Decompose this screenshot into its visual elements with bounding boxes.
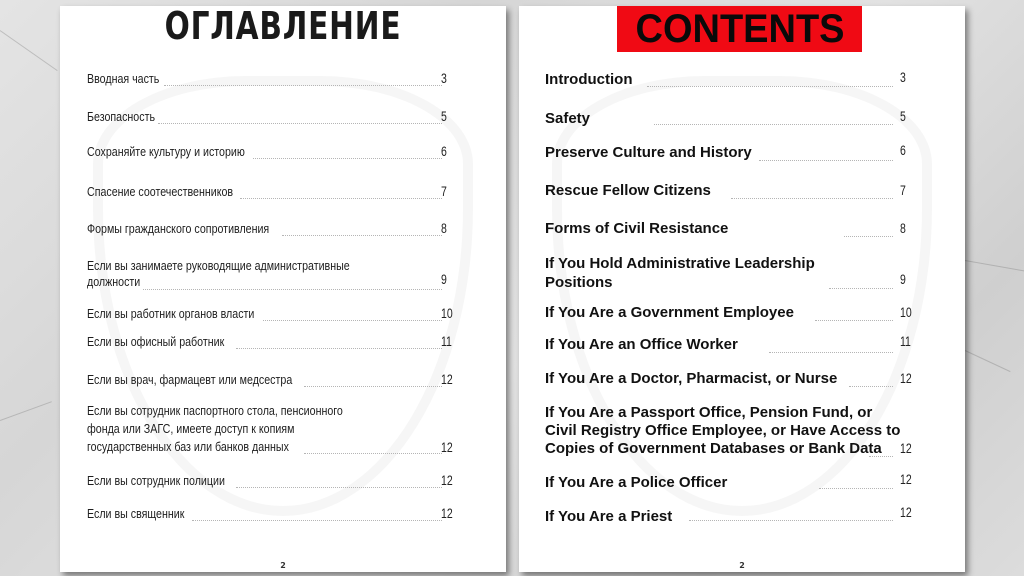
toc-entry-label: Introduction	[545, 71, 633, 88]
leader-dots	[236, 487, 442, 488]
leader-dots	[236, 348, 442, 349]
toc-entry-page: 12	[900, 471, 912, 487]
leader-dots	[731, 198, 893, 199]
leader-dots	[158, 123, 442, 124]
leader-dots	[815, 320, 893, 321]
toc-entry-page: 9	[441, 271, 447, 287]
toc-entry-page: 6	[441, 143, 447, 159]
leader-dots	[844, 236, 893, 237]
leader-dots	[304, 386, 442, 387]
toc-entry-page: 12	[441, 472, 453, 488]
toc-entry-label: Если вы офисный работник	[87, 334, 225, 349]
toc-page-english: CONTENTS Introduction 3 Safety 5 Preserv…	[519, 6, 965, 572]
toc-entry-label: Вводная часть	[87, 71, 160, 86]
leader-dots	[647, 86, 893, 87]
toc-entry-page: 7	[441, 183, 447, 199]
leader-dots	[759, 160, 893, 161]
toc-entry-label: Если вы врач, фармацевт или медсестра	[87, 372, 293, 387]
marble-vein	[964, 260, 1024, 272]
toc-entry-page: 8	[441, 220, 447, 236]
toc-entry-page: 12	[441, 505, 453, 521]
toc-page-russian: ОГЛАВЛЕНИЕ Вводная часть 3 Безопасность …	[60, 6, 506, 572]
leader-dots	[253, 158, 442, 159]
toc-entry-label: If You Are a Passport Office, Pension Fu…	[545, 404, 901, 457]
toc-entry-page: 3	[900, 69, 906, 85]
toc-entry-label: Сохраняйте культуру и историю	[87, 144, 245, 159]
leader-dots	[654, 124, 893, 125]
toc-entry-label: If You Are an Office Worker	[545, 336, 738, 353]
toc-entry-page: 12	[900, 370, 912, 386]
toc-entry-label: Если вы сотрудник паспортного стола, пен…	[87, 403, 343, 454]
toc-entry-label: Если вы занимаете руководящие администра…	[87, 258, 350, 289]
toc-entry-label: If You Hold Administrative Leadership Po…	[545, 255, 815, 291]
page-title: CONTENTS	[635, 6, 844, 51]
toc-entry-page: 12	[441, 439, 453, 455]
toc-entry-label: If You Are a Police Officer	[545, 474, 728, 491]
toc-entry-page: 6	[900, 142, 906, 158]
leader-dots	[143, 289, 442, 290]
marble-vein	[0, 401, 52, 421]
leader-dots	[282, 235, 442, 236]
toc-entry-page: 10	[900, 304, 912, 320]
leader-dots	[849, 386, 893, 387]
toc-entry-label: If You Are a Doctor, Pharmacist, or Nurs…	[545, 370, 838, 387]
toc-entry-label: Формы гражданского сопротивления	[87, 221, 270, 236]
page-title-highlight: CONTENTS	[617, 6, 862, 52]
toc-entry-label: Безопасность	[87, 109, 156, 124]
leader-dots	[869, 456, 893, 457]
toc-entry-page: 11	[441, 333, 452, 349]
toc-entry-page: 10	[441, 305, 453, 321]
toc-entry-label: Safety	[545, 110, 591, 127]
leader-dots	[164, 85, 442, 86]
toc-entry-label: Если вы работник органов власти	[87, 306, 255, 321]
toc-entry-label: If You Are a Priest	[545, 508, 673, 525]
page-number: 2	[280, 561, 286, 570]
toc-entry-page: 11	[900, 333, 911, 349]
leader-dots	[769, 352, 893, 353]
toc-entry-page: 7	[900, 182, 906, 198]
leader-dots	[240, 198, 442, 199]
toc-entry-page: 5	[900, 108, 906, 124]
marble-vein	[0, 30, 58, 72]
leader-dots	[263, 320, 442, 321]
page-number: 2	[739, 561, 745, 570]
toc-entry-page: 12	[900, 504, 912, 520]
leader-dots	[689, 520, 893, 521]
toc-entry-label: Если вы сотрудник полиции	[87, 473, 225, 488]
toc-entry-page: 8	[900, 220, 906, 236]
toc-entry-label: Preserve Culture and History	[545, 144, 752, 161]
toc-entry-label: Если вы священник	[87, 506, 185, 521]
toc-entry-label: Rescue Fellow Citizens	[545, 182, 711, 199]
toc-entry-page: 5	[441, 108, 447, 124]
toc-entry-label: Спасение соотечественников	[87, 184, 234, 199]
toc-entry-page: 12	[900, 440, 912, 456]
toc-entry-label: If You Are a Government Employee	[545, 304, 794, 321]
toc-entry-page: 3	[441, 70, 447, 86]
leader-dots	[304, 453, 442, 454]
toc-entry-page: 9	[900, 271, 906, 287]
marble-vein	[964, 350, 1011, 373]
toc-entry-label: Forms of Civil Resistance	[545, 220, 729, 237]
leader-dots	[819, 488, 893, 489]
leader-dots	[192, 520, 442, 521]
page-title: ОГЛАВЛЕНИЕ	[164, 6, 402, 48]
toc-entry-page: 12	[441, 371, 453, 387]
leader-dots	[829, 288, 893, 289]
